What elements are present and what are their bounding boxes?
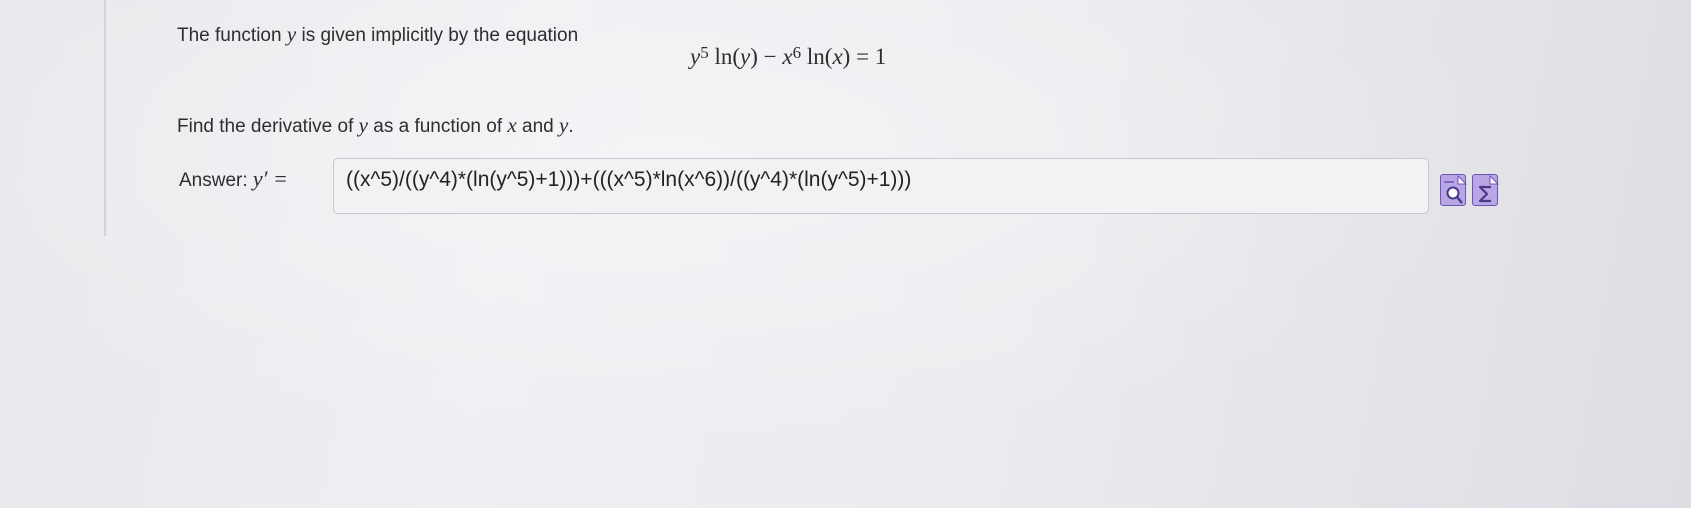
find-and: and — [522, 116, 554, 137]
intro-variable: y — [286, 22, 297, 46]
intro-suffix: is given implicitly by the equation — [301, 25, 579, 46]
sigma-equation-icon[interactable] — [1472, 174, 1499, 206]
preview-icon[interactable] — [1440, 174, 1467, 206]
find-var-y: y — [358, 113, 368, 137]
find-prefix: Find the derivative of — [177, 116, 354, 137]
question-intro: The function y is given implicitly by th… — [177, 22, 578, 47]
answer-label-math: y′ = — [252, 166, 288, 191]
eq-term1-base: y — [690, 44, 701, 69]
answer-input[interactable]: ((x^5)/((y^4)*(ln(y^5)+1)))+(((x^5)*ln(x… — [333, 158, 1429, 214]
answer-tools — [1440, 174, 1499, 206]
eq-term1-fn: ln( — [714, 44, 741, 69]
preview-icon-graphic — [1444, 175, 1467, 204]
answer-label-text: Answer: — [179, 170, 248, 191]
eq-term2-close: ) — [842, 44, 851, 69]
find-var-y2: y — [559, 113, 569, 137]
find-period: . — [568, 116, 574, 137]
eq-term2-arg: x — [832, 44, 843, 69]
eq-term2-fn: ln( — [806, 44, 833, 69]
content-divider — [104, 0, 106, 236]
find-mid: as a function of — [373, 116, 503, 137]
sigma-icon-graphic — [1478, 175, 1499, 203]
eq-term2-exponent: 6 — [792, 43, 802, 62]
find-var-x: x — [507, 113, 517, 137]
answer-label: Answer: y′ = — [179, 166, 288, 192]
eq-rhs: = 1 — [856, 44, 887, 69]
question-instruction: Find the derivative of y as a function o… — [177, 113, 574, 138]
eq-minus: − — [763, 44, 777, 69]
eq-term1-exponent: 5 — [700, 43, 709, 62]
intro-prefix: The function — [177, 25, 282, 46]
eq-term1-arg: y — [740, 44, 751, 69]
eq-term2-base: x — [782, 44, 793, 69]
background-lighting — [0, 0, 1691, 508]
answer-input-value: ((x^5)/((y^4)*(ln(y^5)+1)))+(((x^5)*ln(x… — [346, 168, 912, 191]
implicit-equation: y5 ln(y) − x6 ln(x) = 1 — [690, 43, 887, 70]
eq-term1-close: ) — [750, 44, 758, 69]
